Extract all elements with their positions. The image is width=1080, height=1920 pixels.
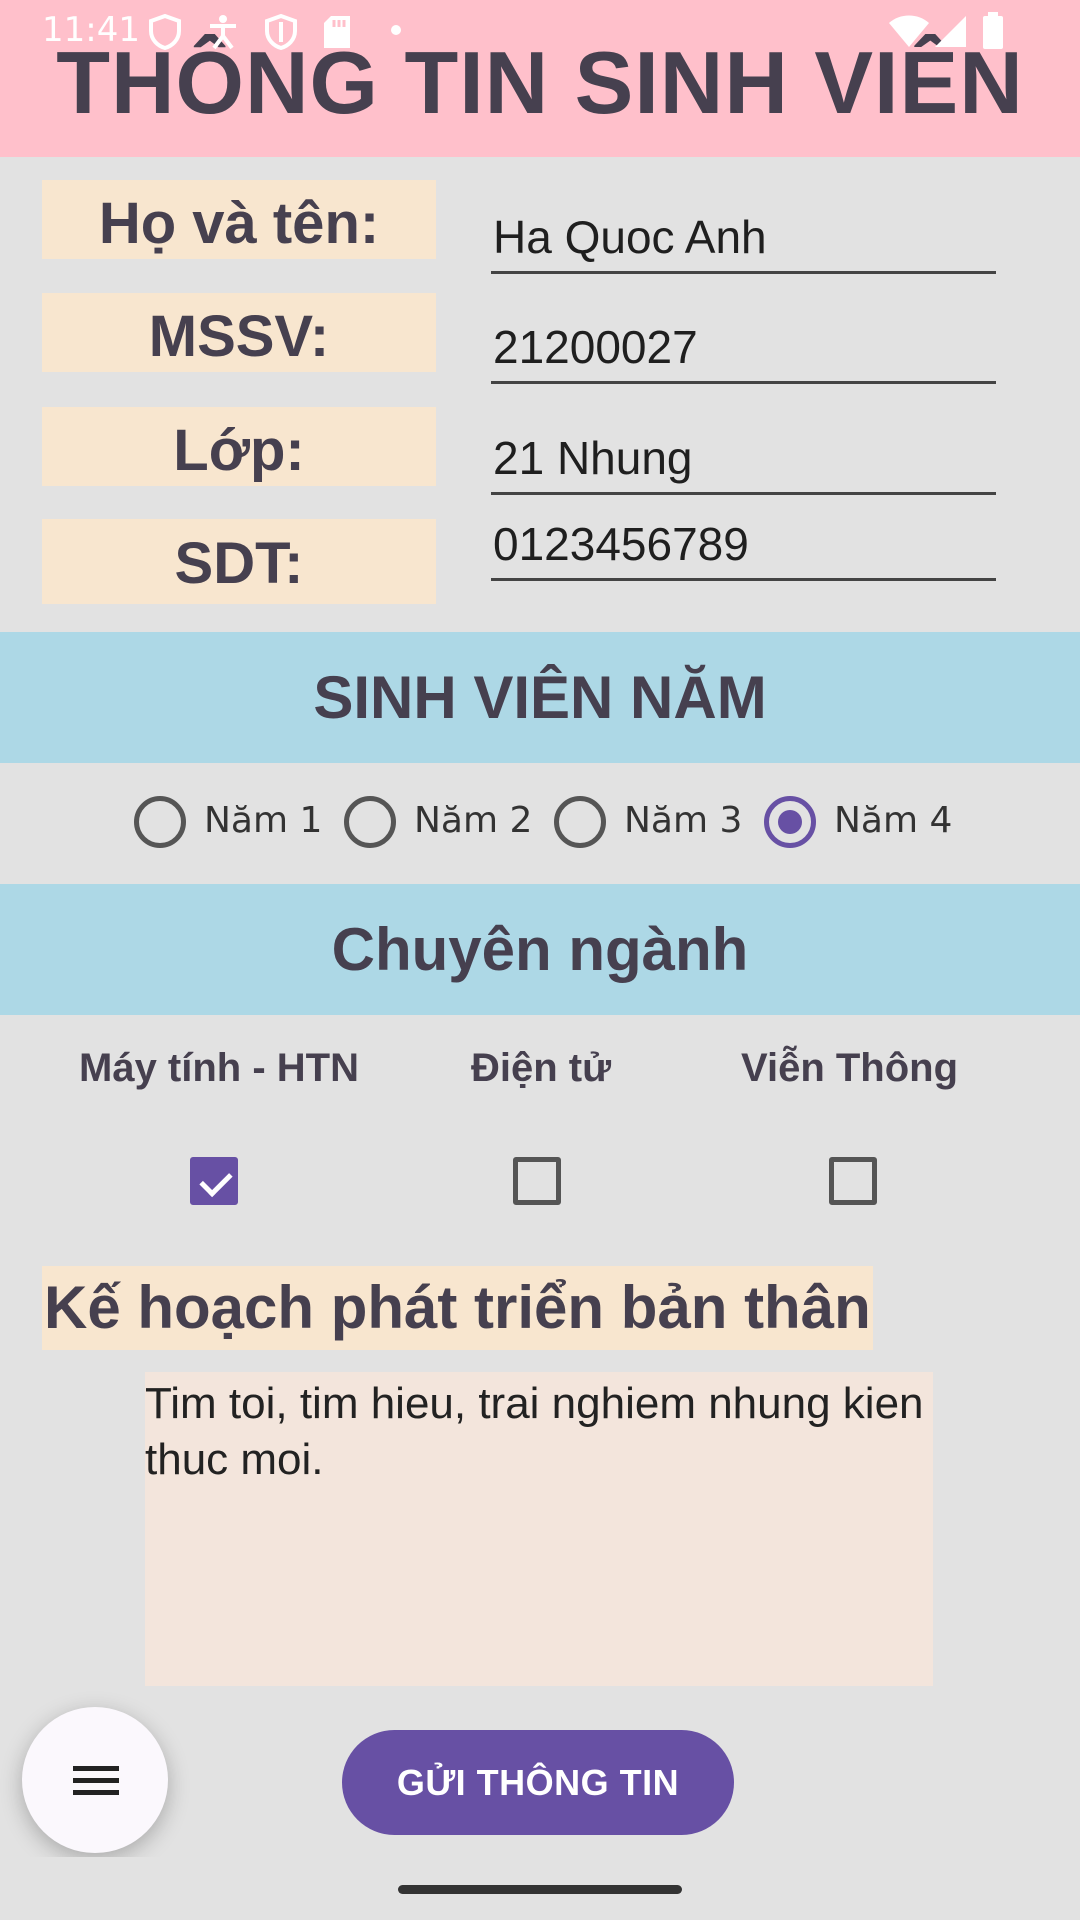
student-id-label: MSSV:	[42, 293, 436, 372]
sd-card-icon	[324, 16, 350, 48]
year-section-title: SINH VIÊN NĂM	[0, 632, 1080, 763]
signal-icon	[935, 16, 966, 47]
dot-icon	[391, 25, 401, 35]
year-radio-group: Năm 1 Năm 2 Năm 3 Năm 4	[0, 794, 1080, 850]
major-label-telecom: Viễn Thông	[741, 1046, 959, 1090]
checkbox-computer[interactable]	[190, 1157, 238, 1205]
major-label-electronics: Điện tử	[471, 1046, 612, 1090]
battery-icon	[983, 12, 1003, 49]
shield-icon	[265, 14, 297, 50]
status-bar: 11:41	[0, 0, 1080, 60]
radio-circle[interactable]	[344, 796, 396, 848]
radio-circle[interactable]	[764, 796, 816, 848]
major-label-computer: Máy tính - HTN	[79, 1046, 359, 1090]
phone-field[interactable]: 0123456789	[491, 515, 996, 581]
radio-circle[interactable]	[134, 796, 186, 848]
submit-button[interactable]: GỬI THÔNG TIN	[342, 1730, 734, 1835]
class-field[interactable]: 21 Nhung	[491, 429, 996, 495]
wifi-icon	[889, 15, 929, 47]
class-label: Lớp:	[42, 407, 436, 486]
student-id-field[interactable]: 21200027	[491, 318, 996, 384]
radio-label: Năm 4	[834, 800, 953, 841]
radio-circle[interactable]	[554, 796, 606, 848]
status-time: 11:41	[42, 10, 140, 50]
plan-textarea[interactable]: Tim toi, tim hieu, trai nghiem nhung kie…	[145, 1372, 933, 1686]
radio-label: Năm 1	[204, 800, 323, 841]
radio-label: Năm 3	[624, 800, 743, 841]
phone-label: SDT:	[42, 519, 436, 604]
accessibility-icon	[210, 15, 236, 50]
home-handle[interactable]	[398, 1885, 682, 1894]
checkbox-telecom[interactable]	[829, 1157, 877, 1205]
name-label: Họ và tên:	[42, 180, 436, 259]
major-section-title: Chuyên ngành	[0, 884, 1080, 1015]
menu-fab[interactable]	[22, 1707, 168, 1853]
checkbox-electronics[interactable]	[513, 1157, 561, 1205]
plan-title: Kế hoạch phát triển bản thân	[42, 1266, 873, 1350]
radio-label: Năm 2	[414, 800, 533, 841]
shield-icon	[149, 14, 181, 50]
name-field[interactable]: Ha Quoc Anh	[491, 206, 996, 274]
